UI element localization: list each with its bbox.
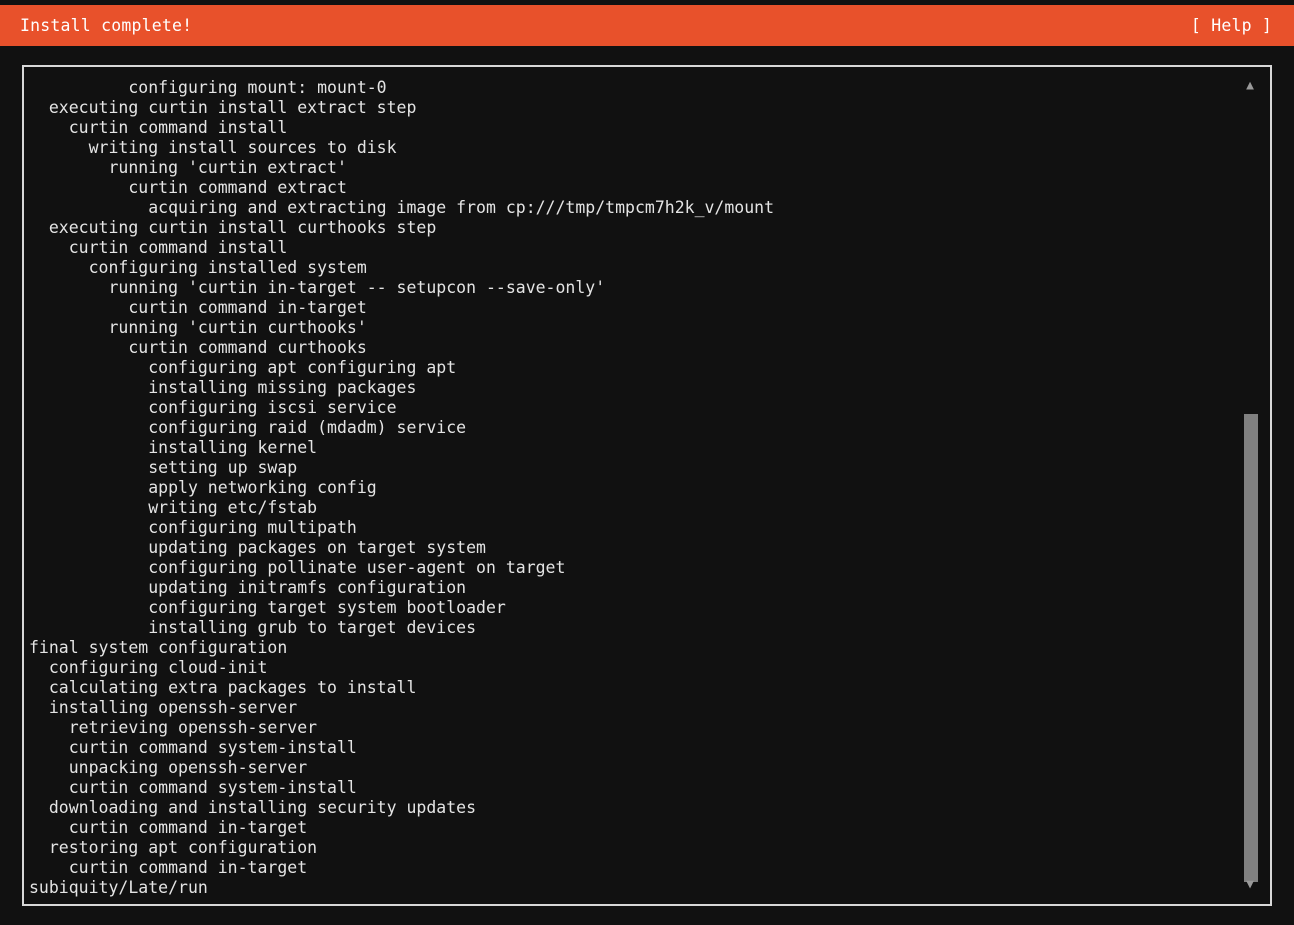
log-line: configuring raid (mdadm) service <box>29 418 467 437</box>
log-line: running 'curtin in-target -- setupcon --… <box>29 278 606 297</box>
log-line: installing grub to target devices <box>29 618 477 637</box>
log-line: curtin command extract <box>29 178 347 197</box>
install-log-frame: configuring mount: mount-0 executing cur… <box>22 65 1272 906</box>
log-line: installing openssh-server <box>29 698 298 717</box>
log-line: setting up swap <box>29 458 298 477</box>
header-bar: Install complete! [ Help ] <box>0 5 1294 46</box>
log-line: curtin command install <box>29 238 288 257</box>
page-title: Install complete! <box>20 16 193 35</box>
log-line: executing curtin install extract step <box>29 98 417 117</box>
log-line: running 'curtin curthooks' <box>29 318 367 337</box>
scroll-down-arrow-icon[interactable]: ▼ <box>1242 878 1258 892</box>
scrollbar-thumb[interactable] <box>1244 414 1258 882</box>
log-line: configuring iscsi service <box>29 398 397 417</box>
log-line: calculating extra packages to install <box>29 678 417 697</box>
log-line: final system configuration <box>29 638 288 657</box>
scroll-up-arrow-icon[interactable]: ▲ <box>1242 79 1258 93</box>
log-line: configuring target system bootloader <box>29 598 506 617</box>
log-line: subiquity/Late/run <box>29 878 208 897</box>
install-log-lines: configuring mount: mount-0 executing cur… <box>29 78 1229 898</box>
log-line: curtin command system-install <box>29 738 357 757</box>
install-log-viewport: configuring mount: mount-0 executing cur… <box>24 67 1236 904</box>
log-line: configuring cloud-init <box>29 658 268 677</box>
help-button[interactable]: [ Help ] <box>1191 16 1272 35</box>
log-line: unpacking openssh-server <box>29 758 308 777</box>
log-line: acquiring and extracting image from cp:/… <box>29 198 775 217</box>
log-line: curtin command install <box>29 118 288 137</box>
log-line: installing kernel <box>29 438 318 457</box>
log-line: restoring apt configuration <box>29 838 318 857</box>
log-line: writing etc/fstab <box>29 498 318 517</box>
log-line: configuring multipath <box>29 518 357 537</box>
log-line: retrieving openssh-server <box>29 718 318 737</box>
log-line: curtin command in-target <box>29 818 308 837</box>
log-line: apply networking config <box>29 478 377 497</box>
log-line: writing install sources to disk <box>29 138 397 157</box>
log-line: configuring mount: mount-0 <box>29 78 387 97</box>
log-line: curtin command in-target <box>29 858 308 877</box>
log-line: executing curtin install curthooks step <box>29 218 437 237</box>
log-scrollbar[interactable]: ▲ ▼ <box>1234 67 1270 904</box>
log-line: updating initramfs configuration <box>29 578 467 597</box>
log-line: curtin command curthooks <box>29 338 367 357</box>
log-line: curtin command in-target <box>29 298 367 317</box>
log-line: updating packages on target system <box>29 538 486 557</box>
log-line: installing missing packages <box>29 378 417 397</box>
log-line: curtin command system-install <box>29 778 357 797</box>
log-line: downloading and installing security upda… <box>29 798 477 817</box>
log-line: running 'curtin extract' <box>29 158 347 177</box>
log-line: configuring installed system <box>29 258 367 277</box>
log-line: configuring pollinate user-agent on targ… <box>29 558 566 577</box>
log-line: configuring apt configuring apt <box>29 358 457 377</box>
